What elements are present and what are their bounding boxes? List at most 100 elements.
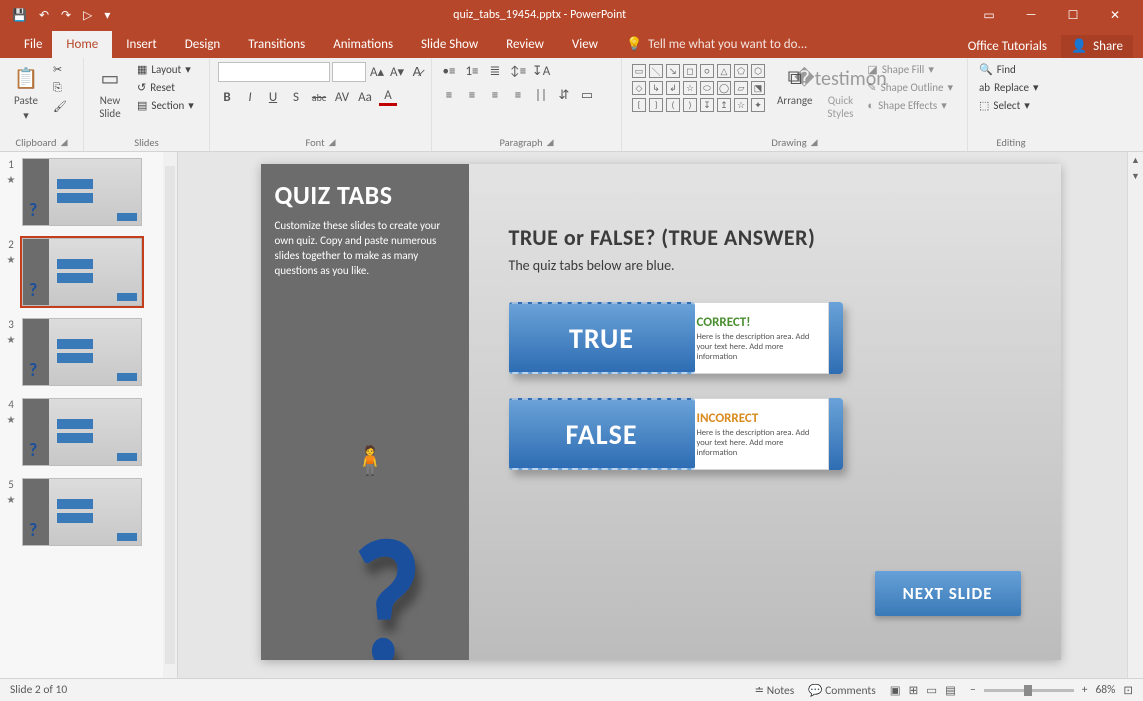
find-button[interactable]: 🔍Find xyxy=(976,62,1042,77)
text-shadow-button[interactable]: S xyxy=(287,88,305,106)
tab-review[interactable]: Review xyxy=(492,31,558,58)
reset-button[interactable]: ↺Reset xyxy=(134,80,197,95)
shape-effects-button[interactable]: ◐Shape Effects▾ xyxy=(864,98,956,113)
dialog-launcher-icon[interactable]: ◢ xyxy=(329,137,336,148)
tab-file[interactable]: File xyxy=(18,31,52,58)
save-icon[interactable]: 💾 xyxy=(12,8,27,23)
group-font: A▴ A▾ A̷ B I U S abc AV Aa A Font ◢ xyxy=(210,58,432,151)
format-painter-button[interactable]: 🖌 xyxy=(50,99,70,114)
paste-button[interactable]: 📋 Paste ▾ xyxy=(8,62,44,124)
redo-icon[interactable]: ↷ xyxy=(61,8,71,23)
quick-styles-button[interactable]: �testimon Quick Styles xyxy=(822,62,858,122)
normal-view-icon[interactable]: ▣ xyxy=(890,683,901,698)
notes-button[interactable]: ≐ Notes xyxy=(755,683,795,698)
align-left-button[interactable]: ≡ xyxy=(440,86,458,104)
copy-button[interactable]: ⎘ xyxy=(50,80,70,96)
ribbon-display-options-icon[interactable]: ▭ xyxy=(969,4,1009,26)
dialog-launcher-icon[interactable]: ◢ xyxy=(811,137,818,148)
comments-button[interactable]: 💬 Comments xyxy=(808,683,876,698)
tab-design[interactable]: Design xyxy=(171,31,234,58)
office-tutorials-link[interactable]: Office Tutorials xyxy=(968,39,1047,54)
align-center-button[interactable]: ≡ xyxy=(463,86,481,104)
align-right-button[interactable]: ≡ xyxy=(486,86,504,104)
slide-thumbnail[interactable]: 5★ ? xyxy=(0,472,177,552)
line-spacing-button[interactable]: ↕≡ xyxy=(509,62,527,80)
maximize-button[interactable]: ☐ xyxy=(1053,4,1093,26)
clear-formatting-button[interactable]: A̷ xyxy=(408,63,426,81)
share-icon: 👤 xyxy=(1071,39,1087,54)
convert-smartart-button[interactable]: ▭ xyxy=(578,86,596,104)
bullets-button[interactable]: •≡ xyxy=(440,62,458,80)
minimize-button[interactable]: — xyxy=(1011,4,1051,26)
paste-icon: 📋 xyxy=(12,64,40,92)
group-label: Font xyxy=(305,136,324,149)
underline-button[interactable]: U xyxy=(264,88,282,106)
tab-slideshow[interactable]: Slide Show xyxy=(407,31,492,58)
tab-transitions[interactable]: Transitions xyxy=(234,31,319,58)
cut-button[interactable]: ✂ xyxy=(50,62,70,77)
zoom-slider[interactable] xyxy=(984,689,1074,692)
font-family-input[interactable] xyxy=(218,62,330,82)
answer-body: Here is the description area. Add your t… xyxy=(697,332,821,362)
slide-thumbnail[interactable]: 4★ ? xyxy=(0,392,177,472)
slide-position[interactable]: Slide 2 of 10 xyxy=(10,683,67,697)
align-text-button[interactable]: ⇵ xyxy=(555,86,573,104)
change-case-button[interactable]: Aa xyxy=(356,88,374,106)
font-size-input[interactable] xyxy=(332,62,366,82)
tab-animations[interactable]: Animations xyxy=(319,31,407,58)
zoom-out-button[interactable]: − xyxy=(970,683,976,697)
shape-outline-button[interactable]: ✎Shape Outline▾ xyxy=(864,80,956,95)
canvas-scrollbar[interactable]: ▲ ▼ xyxy=(1127,152,1143,678)
zoom-in-button[interactable]: + xyxy=(1082,683,1088,697)
char-spacing-button[interactable]: AV xyxy=(333,88,351,106)
zoom-percent[interactable]: 68% xyxy=(1095,683,1115,697)
slide[interactable]: QUIZ TABS Customize these slides to crea… xyxy=(261,164,1061,660)
slideshow-view-icon[interactable]: ▤ xyxy=(945,683,956,698)
shrink-font-button[interactable]: A▾ xyxy=(388,63,406,81)
tab-insert[interactable]: Insert xyxy=(112,31,171,58)
bold-button[interactable]: B xyxy=(218,88,236,106)
undo-icon[interactable]: ↶ xyxy=(39,8,49,23)
list-level-button[interactable]: ≣ xyxy=(486,62,504,80)
group-label: Slides xyxy=(92,134,201,149)
grow-font-button[interactable]: A▴ xyxy=(368,63,386,81)
italic-button[interactable]: I xyxy=(241,88,259,106)
ribbon: 📋 Paste ▾ ✂ ⎘ 🖌 Clipboard◢ ▭ New Slide ▦… xyxy=(0,58,1143,152)
thumb-number: 1 xyxy=(8,158,14,171)
slide-sorter-view-icon[interactable]: ⊞ xyxy=(909,683,919,698)
tab-view[interactable]: View xyxy=(558,31,612,58)
section-button[interactable]: ▤Section▾ xyxy=(134,98,197,113)
close-button[interactable]: ✕ xyxy=(1095,4,1135,26)
slide-thumbnail[interactable]: 3★ ? xyxy=(0,312,177,392)
layout-button[interactable]: ▦Layout▾ xyxy=(134,62,197,77)
fit-to-window-icon[interactable]: ⊡ xyxy=(1123,683,1133,698)
quiz-tab-button[interactable]: TRUE xyxy=(509,302,695,374)
tell-me-search[interactable]: 💡 Tell me what you want to do... xyxy=(612,31,968,58)
section-icon: ▤ xyxy=(137,99,147,112)
next-slide-button[interactable]: NEXT SLIDE xyxy=(875,571,1021,616)
reading-view-icon[interactable]: ▭ xyxy=(926,683,937,698)
strikethrough-button[interactable]: abc xyxy=(310,88,328,106)
quiz-tab-button[interactable]: FALSE xyxy=(509,398,695,470)
paste-dropdown-icon[interactable]: ▾ xyxy=(23,109,29,122)
font-color-button[interactable]: A xyxy=(379,88,397,106)
select-button[interactable]: ⬚Select▾ xyxy=(976,98,1042,113)
shape-fill-button[interactable]: ◪Shape Fill▾ xyxy=(864,62,956,77)
new-slide-button[interactable]: ▭ New Slide xyxy=(92,62,128,122)
numbering-button[interactable]: 1≡ xyxy=(463,62,481,80)
shapes-gallery[interactable]: ▭＼↘◻○△⬠⬡ ◇↳↲☆⬭◯▱⬔ {}()↧↥☆✦ xyxy=(630,62,767,114)
columns-button[interactable]: || xyxy=(532,86,550,104)
dialog-launcher-icon[interactable]: ◢ xyxy=(547,137,554,148)
dialog-launcher-icon[interactable]: ◢ xyxy=(61,137,68,148)
slide-thumbnail[interactable]: 1★ ? xyxy=(0,152,177,232)
slide-thumbnail[interactable]: 2★ ? xyxy=(0,232,177,312)
thumbnail-scrollbar[interactable] xyxy=(163,152,177,678)
replace-button[interactable]: abReplace▾ xyxy=(976,80,1042,95)
scroll-down-icon[interactable]: ▼ xyxy=(1128,168,1143,184)
tab-home[interactable]: Home xyxy=(52,31,112,58)
scroll-up-icon[interactable]: ▲ xyxy=(1128,152,1143,168)
start-from-beginning-icon[interactable]: ▷ xyxy=(83,8,92,23)
share-button[interactable]: 👤 Share xyxy=(1061,35,1133,58)
justify-button[interactable]: ≡ xyxy=(509,86,527,104)
text-direction-button[interactable]: ↧A xyxy=(532,62,550,80)
